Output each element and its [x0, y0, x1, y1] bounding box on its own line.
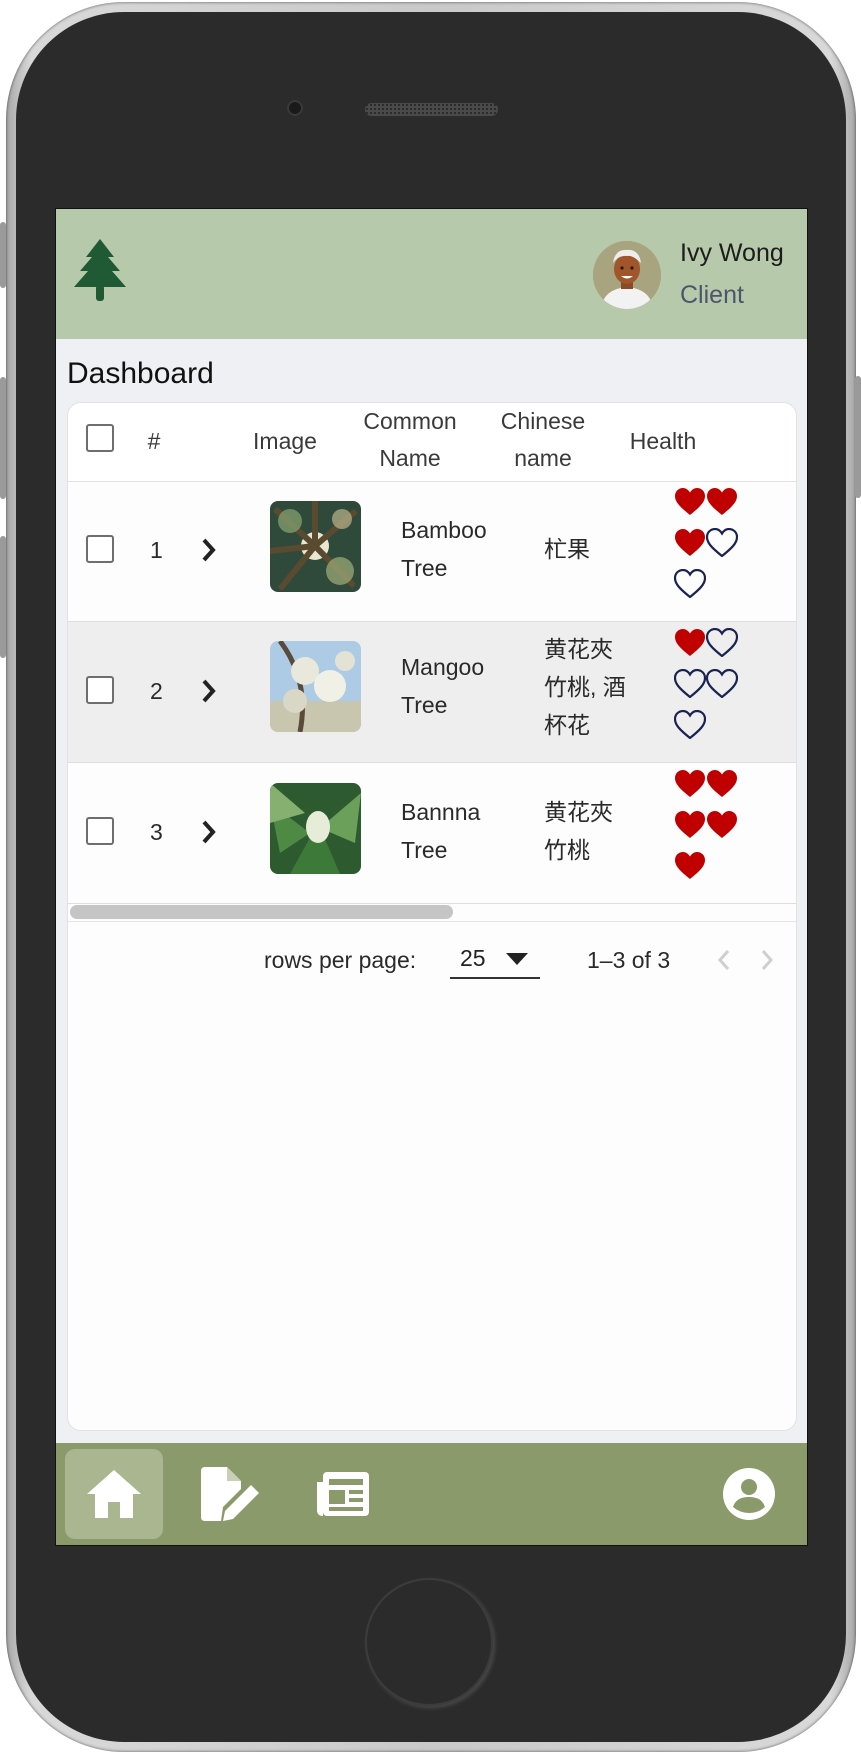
- health-rating: [674, 763, 754, 903]
- side-button: [0, 222, 6, 288]
- row-checkbox[interactable]: [86, 535, 114, 563]
- chevron-right-icon[interactable]: [200, 537, 218, 563]
- heart-filled-icon: [675, 488, 705, 515]
- column-header-common-name[interactable]: Common Name: [360, 403, 460, 477]
- health-rating: [674, 622, 754, 762]
- common-name: Bannna Tree: [401, 793, 480, 869]
- common-name: Bamboo Tree: [401, 511, 487, 587]
- column-header-image[interactable]: Image: [240, 423, 330, 460]
- pagination-range: 1–3 of 3: [587, 947, 671, 973]
- chinese-name: 杧果: [544, 530, 590, 568]
- common-name: Mangoo Tree: [401, 648, 484, 724]
- column-header-index[interactable]: #: [144, 423, 164, 460]
- select-all-checkbox[interactable]: [86, 424, 114, 452]
- common-name-line: Tree: [401, 837, 448, 863]
- account-icon: [723, 1468, 775, 1520]
- user-portrait-icon: [593, 241, 661, 309]
- front-camera: [287, 100, 303, 116]
- column-header-common-name-line2: Name: [379, 445, 441, 471]
- table-row[interactable]: 1 Bamboo Tree 杧果: [68, 481, 796, 622]
- earpiece-speaker: [365, 103, 498, 116]
- chinese-name: 黄花夾 竹桃: [544, 793, 613, 869]
- common-name-line: Bannna: [401, 799, 481, 825]
- column-header-chinese-name-line1: Chinese: [500, 408, 586, 434]
- chinese-name-line: 杧果: [544, 536, 590, 562]
- tree-photo[interactable]: [270, 501, 361, 592]
- volume-down-button: [0, 536, 6, 658]
- avatar[interactable]: [593, 241, 661, 309]
- common-name-line: Bamboo: [401, 517, 487, 543]
- row-index: 1: [150, 537, 163, 563]
- newspaper-icon: [317, 1472, 369, 1516]
- chevron-right-icon[interactable]: [200, 819, 218, 845]
- heart-filled-icon: [675, 811, 705, 838]
- heart-outline-icon: [674, 669, 706, 698]
- heart-filled-icon: [707, 811, 737, 838]
- column-header-chinese-name-line2: name: [514, 445, 572, 471]
- heart-filled-icon: [675, 852, 705, 879]
- row-index: 3: [150, 819, 163, 845]
- tree-photo[interactable]: [270, 783, 361, 874]
- heart-outline-icon: [674, 569, 706, 598]
- horizontal-scrollbar-thumb[interactable]: [70, 905, 453, 919]
- nav-news-button[interactable]: [294, 1449, 392, 1539]
- power-button: [855, 376, 861, 498]
- chevron-right-icon[interactable]: [200, 678, 218, 704]
- column-header-common-name-line1: Common: [363, 408, 457, 434]
- heart-outline-icon: [706, 628, 738, 657]
- column-header-chinese-name[interactable]: Chinese name: [488, 403, 598, 477]
- common-name-line: Tree: [401, 692, 448, 718]
- nav-home-button[interactable]: [65, 1449, 163, 1539]
- rows-per-page-select[interactable]: 25: [450, 937, 540, 979]
- app-header: Ivy Wong Client: [56, 209, 807, 339]
- volume-up-button: [0, 377, 6, 499]
- edit-document-icon: [201, 1467, 259, 1521]
- chinese-name: 黄花夾 竹桃, 酒 杯花: [544, 630, 626, 744]
- heart-outline-icon: [674, 710, 706, 739]
- chinese-name-line: 竹桃: [544, 837, 590, 863]
- heart-filled-icon: [707, 488, 737, 515]
- heart-outline-icon: [706, 528, 738, 557]
- heart-filled-icon: [675, 629, 705, 656]
- user-role: Client: [680, 281, 744, 309]
- nav-edit-button[interactable]: [183, 1449, 281, 1539]
- rows-per-page-label: rows per page:: [264, 947, 417, 973]
- row-checkbox[interactable]: [86, 676, 114, 704]
- chinese-name-line: 黄花夾: [544, 636, 613, 662]
- table-row[interactable]: 3 Bannna Tree 黄花夾 竹桃: [68, 763, 796, 904]
- heart-filled-icon: [675, 770, 705, 797]
- home-hardware-button[interactable]: [365, 1578, 493, 1706]
- common-name-line: Tree: [401, 555, 448, 581]
- heart-filled-icon: [707, 770, 737, 797]
- heart-outline-icon: [706, 669, 738, 698]
- chinese-name-line: 杯花: [544, 712, 590, 738]
- chinese-name-line: 黄花夾: [544, 799, 613, 825]
- row-index: 2: [150, 678, 163, 704]
- common-name-line: Mangoo: [401, 654, 485, 680]
- table-row[interactable]: 2 Mangoo Tree 黄花夾 竹桃, 酒 杯花: [68, 622, 796, 763]
- user-name: Ivy Wong: [680, 239, 784, 267]
- home-icon: [87, 1470, 141, 1518]
- bottom-navigation: [56, 1443, 807, 1545]
- nav-account-button[interactable]: [700, 1449, 798, 1539]
- tree-photo[interactable]: [270, 641, 361, 732]
- rows-per-page-value: 25: [460, 945, 486, 971]
- tree-icon[interactable]: [70, 239, 130, 305]
- caret-down-icon: [506, 953, 528, 965]
- table-header: # Image Common Name Chinese name Health: [68, 403, 796, 482]
- next-page-icon[interactable]: [760, 949, 774, 971]
- page-title: Dashboard: [67, 357, 214, 390]
- previous-page-icon[interactable]: [717, 949, 731, 971]
- health-rating: [674, 481, 754, 621]
- row-checkbox[interactable]: [86, 817, 114, 845]
- data-table-card: # Image Common Name Chinese name Health …: [67, 402, 797, 1431]
- chinese-name-line: 竹桃, 酒: [544, 674, 626, 700]
- heart-filled-icon: [675, 529, 705, 556]
- column-header-health[interactable]: Health: [613, 423, 713, 460]
- app-screen: Ivy Wong Client Dashboard # Image Common…: [55, 208, 808, 1546]
